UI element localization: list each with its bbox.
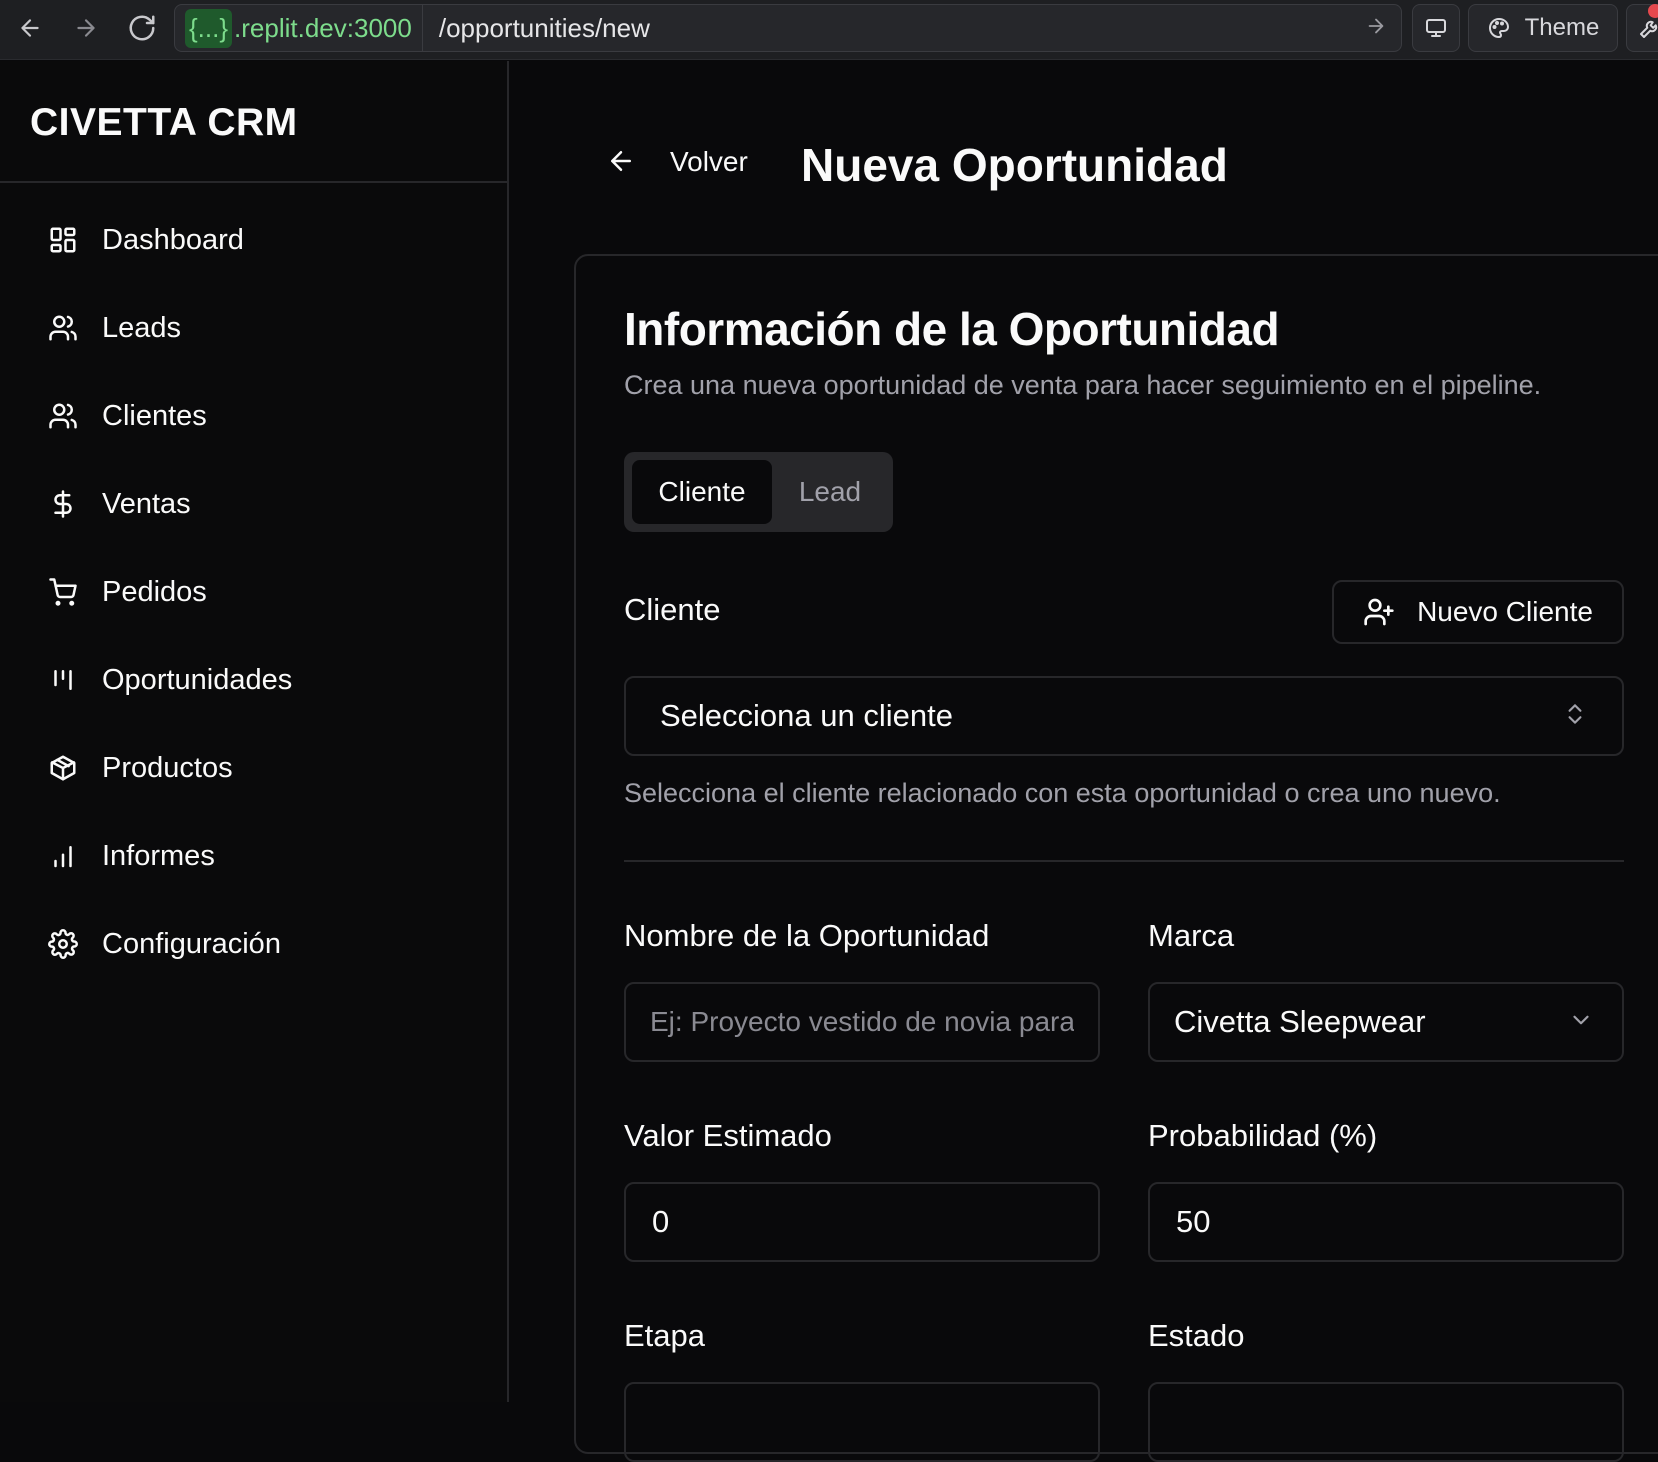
form-divider [624, 860, 1624, 862]
sidebar-item-label: Oportunidades [102, 663, 293, 696]
devices-button[interactable] [1412, 4, 1460, 52]
sidebar-item-oportunidades[interactable]: Oportunidades [46, 656, 466, 704]
browser-toolbar: {...} .replit.dev:3000 /opportunities/ne… [0, 0, 1658, 60]
sidebar-item-dashboard[interactable]: Dashboard [46, 216, 466, 264]
cart-icon [46, 575, 80, 609]
sidebar-item-label: Clientes [102, 399, 207, 432]
url-host-prefix: {...} [185, 8, 233, 48]
sidebar-item-label: Configuración [102, 927, 281, 960]
url-path: /opportunities/new [438, 12, 650, 43]
sidebar-item-label: Productos [102, 751, 233, 784]
wrench-icon [1640, 20, 1658, 38]
brand-select[interactable]: Civetta Sleepwear [1148, 982, 1624, 1062]
stage-label: Etapa [624, 1318, 706, 1353]
browser-back-button[interactable] [8, 6, 52, 50]
url-host-section: {...} .replit.dev:3000 [175, 5, 423, 51]
theme-button[interactable]: Theme [1468, 4, 1618, 52]
chevron-down-icon [1568, 1007, 1594, 1038]
opportunity-name-input[interactable] [626, 984, 1098, 1060]
opportunity-form-card [574, 254, 1658, 1454]
browser-forward-button[interactable] [64, 6, 108, 50]
client-select-value: Selecciona un cliente [660, 698, 953, 733]
app-logo-text: CIVETTA CRM [30, 101, 298, 144]
arrow-left-icon [21, 19, 39, 37]
client-label: Cliente [624, 592, 721, 627]
sidebar-item-ventas[interactable]: Ventas [46, 480, 466, 528]
palette-icon [1488, 18, 1509, 38]
chevrons-up-down-icon [1562, 701, 1588, 732]
dollar-icon [46, 487, 80, 521]
probability-input[interactable]: 50 [1148, 1182, 1624, 1262]
probability-value: 50 [1176, 1204, 1211, 1239]
new-client-button[interactable]: Nuevo Cliente [1332, 580, 1624, 644]
relation-type-tabs: Cliente Lead [624, 452, 893, 532]
opportunity-name-input-wrapper [624, 982, 1100, 1062]
card-description: Crea una nueva oportunidad de venta para… [624, 370, 1542, 400]
monitor-icon [1426, 19, 1446, 37]
sidebar-divider [0, 181, 507, 183]
address-bar[interactable]: {...} .replit.dev:3000 /opportunities/ne… [174, 4, 1402, 52]
sidebar-item-label: Dashboard [102, 223, 244, 256]
arrow-right-icon [1368, 18, 1384, 33]
sidebar-item-leads[interactable]: Leads [46, 304, 466, 352]
arrow-right-icon [77, 19, 95, 37]
estimated-value-input[interactable]: 0 [624, 1182, 1100, 1262]
notification-badge [1648, 4, 1658, 18]
brand-select-value: Civetta Sleepwear [1174, 1004, 1426, 1039]
sidebar-item-clientes[interactable]: Clientes [46, 392, 466, 440]
probability-label: Probabilidad (%) [1148, 1118, 1378, 1153]
back-link[interactable]: Volver [670, 146, 748, 178]
arrow-left-icon [611, 151, 631, 171]
client-help-text: Selecciona el cliente relacionado con es… [624, 778, 1501, 808]
stage-select[interactable] [624, 1382, 1100, 1462]
estimated-value: 0 [652, 1204, 670, 1239]
sidebar-item-pedidos[interactable]: Pedidos [46, 568, 466, 616]
opportunity-name-label: Nombre de la Oportunidad [624, 918, 990, 953]
tab-cliente[interactable]: Cliente [632, 460, 772, 524]
status-select[interactable] [1148, 1382, 1624, 1462]
back-button[interactable] [606, 146, 636, 181]
sidebar: CIVETTA CRM Dashboard Leads Clientes Ven… [0, 61, 509, 1402]
package-icon [46, 751, 80, 785]
page-title: Nueva Oportunidad [801, 139, 1228, 191]
brand-label: Marca [1148, 918, 1235, 953]
reload-icon [129, 15, 155, 41]
new-client-label: Nuevo Cliente [1417, 596, 1593, 627]
sidebar-item-label: Leads [102, 311, 182, 344]
users-icon [46, 399, 80, 433]
bar-chart-icon [46, 839, 80, 873]
client-select[interactable]: Selecciona un cliente [624, 676, 1624, 756]
browser-reload-button[interactable] [120, 6, 164, 50]
tab-lead[interactable]: Lead [774, 460, 886, 524]
url-go-button[interactable] [1365, 15, 1387, 42]
status-label: Estado [1148, 1318, 1245, 1353]
sidebar-item-configuracion[interactable]: Configuración [46, 920, 466, 968]
theme-label: Theme [1524, 14, 1600, 41]
user-plus-icon [1364, 598, 1394, 626]
card-title: Información de la Oportunidad [624, 303, 1280, 355]
dashboard-icon [46, 223, 80, 257]
sidebar-item-productos[interactable]: Productos [46, 744, 466, 792]
sidebar-item-label: Pedidos [102, 575, 207, 608]
sidebar-item-label: Informes [102, 839, 215, 872]
kanban-icon [46, 663, 80, 697]
sidebar-item-label: Ventas [102, 487, 191, 520]
url-host: .replit.dev:3000 [234, 12, 412, 43]
gear-icon [46, 927, 80, 961]
estimated-value-label: Valor Estimado [624, 1118, 832, 1153]
users-icon [46, 311, 80, 345]
sidebar-item-informes[interactable]: Informes [46, 832, 466, 880]
